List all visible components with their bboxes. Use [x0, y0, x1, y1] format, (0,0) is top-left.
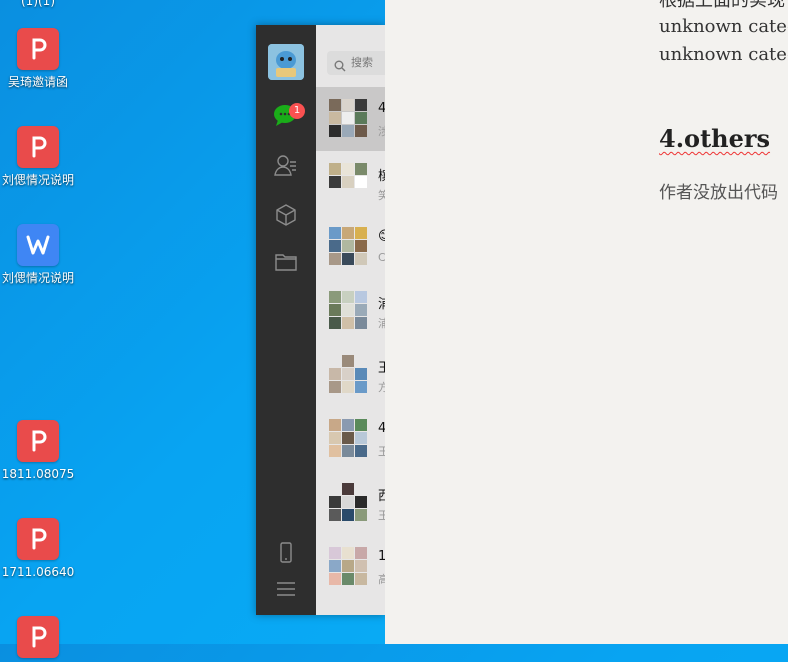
nav-contacts-tab[interactable]: [256, 151, 316, 183]
chat-app-window: 1 搜索 4 涉 槟 笑 😊 C 浦 浦 王 方 4 王 西 王 1 高: [256, 25, 385, 615]
search-placeholder: 搜索: [351, 56, 373, 69]
conversation-item[interactable]: 浦 浦: [316, 279, 385, 343]
nav-mini-programs-tab[interactable]: [256, 201, 316, 233]
desktop-icon-pdf-3[interactable]: 1811.08075: [0, 420, 76, 482]
pdf-file-icon: [17, 126, 59, 168]
group-avatar: [329, 291, 367, 329]
search-box[interactable]: 搜索: [327, 51, 385, 75]
conversation-title: 4: [378, 421, 385, 436]
document-pane: 根据上面的实现 unknown categ unknown categ 4.ot…: [385, 0, 788, 644]
pdf-file-icon: [17, 518, 59, 560]
conversation-preview: 王: [378, 445, 385, 458]
conversation-preview: 涉: [378, 125, 385, 138]
conversation-title: 1: [378, 549, 385, 564]
group-avatar: [329, 547, 367, 585]
pdf-file-icon: [17, 28, 59, 70]
conversation-list: 搜索 4 涉 槟 笑 😊 C 浦 浦 王 方 4 王 西 王 1 高: [316, 25, 385, 615]
pdf-file-icon: [17, 616, 59, 658]
desktop-icon-wps[interactable]: 刘偲情况说明: [0, 224, 76, 286]
conversation-preview: 笑: [378, 189, 385, 202]
wps-doc-icon: [17, 224, 59, 266]
doc-paragraph: 作者没放出代码: [659, 183, 778, 203]
nav-chat-tab[interactable]: 1: [256, 101, 316, 133]
desktop-top-label: (1)(1): [21, 0, 55, 8]
unread-badge: 1: [289, 103, 305, 119]
group-avatar: [329, 99, 367, 137]
desktop-icon-label: 刘偲情况说明: [1, 173, 74, 187]
conversation-title: 王: [378, 361, 385, 376]
section-heading: 4.others: [659, 124, 771, 153]
desktop-icon-label: 刘偲情况说明: [1, 271, 74, 285]
chat-nav-sidebar: 1: [256, 25, 316, 615]
phone-icon: [279, 542, 293, 568]
conversation-title: 槟: [378, 169, 385, 184]
desktop-icon-pdf-1[interactable]: 吴琦邀请函: [0, 28, 76, 90]
conversation-item[interactable]: 1 高: [316, 535, 385, 599]
conversation-preview: C: [378, 251, 385, 264]
conversation-item[interactable]: 4 王: [316, 407, 385, 471]
conversation-preview: 方: [378, 381, 385, 394]
contacts-icon: [273, 153, 299, 181]
conversation-preview: 高: [378, 573, 385, 586]
pdf-file-icon: [17, 420, 59, 462]
conversation-title: 浦: [378, 297, 385, 312]
desktop-icon-label: 吴琦邀请函: [7, 75, 68, 89]
cube-icon: [274, 203, 298, 231]
group-avatar: [329, 355, 367, 393]
group-avatar: [329, 419, 367, 457]
nav-menu-button[interactable]: [256, 575, 316, 607]
desktop-icon-pdf-4[interactable]: 1711.06640: [0, 518, 76, 580]
conversation-title: 4: [378, 101, 385, 116]
group-avatar: [329, 163, 367, 201]
group-avatar: [329, 483, 367, 521]
conversation-item[interactable]: 西 王: [316, 471, 385, 535]
conversation-item[interactable]: 😊 C: [316, 215, 385, 279]
conversation-item[interactable]: 槟 笑: [316, 151, 385, 215]
user-avatar[interactable]: [268, 44, 304, 80]
conversation-title: 😊: [378, 229, 385, 244]
nav-phone-button[interactable]: [256, 539, 316, 571]
search-icon: [334, 57, 346, 81]
desktop-icon-label: 1711.06640: [1, 565, 75, 579]
doc-text-line: unknown categ: [659, 16, 788, 37]
conversation-item[interactable]: 4 涉: [316, 87, 385, 151]
group-avatar: [329, 227, 367, 265]
conversation-title: 西: [378, 489, 385, 504]
nav-files-tab[interactable]: [256, 248, 316, 280]
conversation-preview: 王: [378, 509, 385, 522]
desktop-icon-pdf-2[interactable]: 刘偲情况说明: [0, 126, 76, 188]
folder-icon: [274, 251, 298, 277]
doc-text-line: 根据上面的实现: [659, 0, 785, 11]
desktop-icon-pdf-5[interactable]: [0, 616, 76, 662]
doc-text-line: unknown categ: [659, 44, 788, 65]
desktop-icon-label: 1811.08075: [1, 467, 75, 481]
conversation-preview: 浦: [378, 317, 385, 330]
hamburger-menu-icon: [276, 581, 296, 601]
conversation-item[interactable]: 王 方: [316, 343, 385, 407]
